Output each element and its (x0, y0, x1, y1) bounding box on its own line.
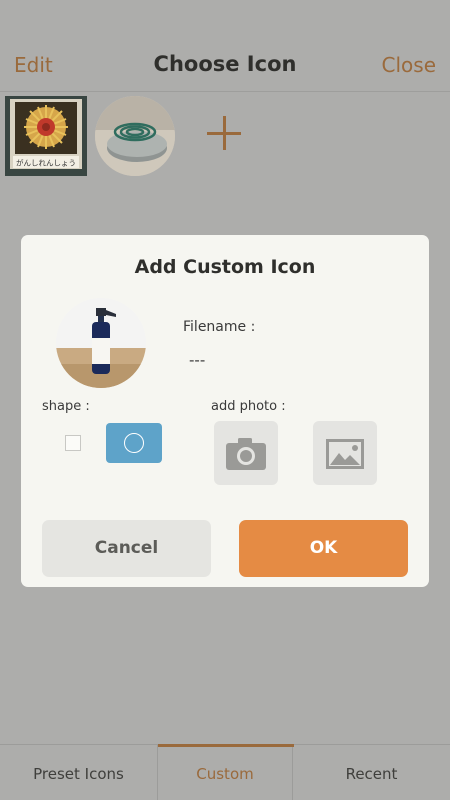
shape-label: shape : (42, 399, 90, 414)
filename-label: Filename : (183, 319, 256, 335)
flower-photo-caption: がんしれんしょう (16, 158, 76, 168)
choose-photo-button[interactable] (313, 421, 377, 485)
filename-value: --- (189, 351, 206, 369)
ok-button[interactable]: OK (239, 520, 408, 577)
image-gallery-icon (326, 439, 364, 469)
tab-recent[interactable]: Recent (293, 745, 450, 800)
dialog-title: Add Custom Icon (134, 256, 316, 278)
tab-preset-icons[interactable]: Preset Icons (0, 745, 157, 800)
icon-preview (56, 298, 146, 388)
coil-photo-icon[interactable] (95, 96, 175, 176)
circle-icon (124, 433, 144, 453)
tab-custom[interactable]: Custom (157, 744, 294, 800)
flower-photo-icon[interactable]: がんしれんしょう (5, 96, 87, 176)
close-button[interactable]: Close (382, 53, 436, 77)
add-photo-label: add photo : (211, 399, 286, 414)
add-custom-icon-dialog: Add Custom Icon Filename : --- shape : a… (21, 235, 429, 587)
shape-circle-option[interactable] (106, 423, 162, 463)
shape-square-option[interactable] (65, 435, 81, 451)
camera-icon (226, 438, 266, 470)
take-photo-button[interactable] (214, 421, 278, 485)
icon-list: がんしれんしょう (0, 96, 450, 176)
add-icon-button[interactable] (205, 114, 245, 154)
top-bar: Edit Choose Icon Close (0, 0, 450, 92)
cancel-button[interactable]: Cancel (42, 520, 211, 577)
bottom-tab-bar: Preset Icons Custom Recent (0, 744, 450, 800)
